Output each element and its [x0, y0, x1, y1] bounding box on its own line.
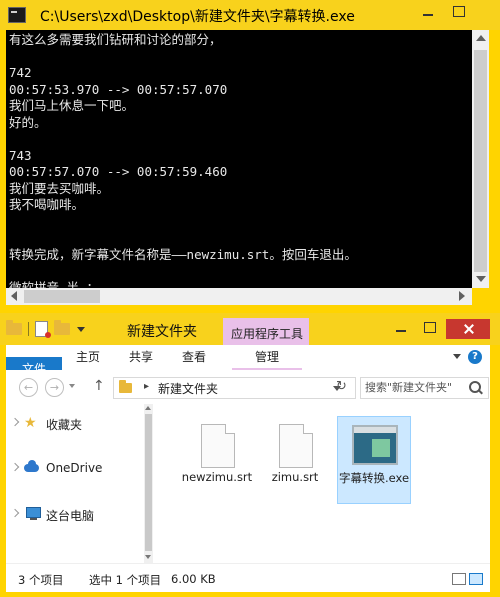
context-tab-application-tools: 应用程序工具: [223, 318, 309, 345]
item-count: 3 个项目: [18, 573, 64, 587]
console-output-text: 有这么多需要我们钻研和讨论的部分， 742 00:57:53.970 --> 0…: [9, 32, 357, 288]
search-icon[interactable]: [469, 381, 481, 393]
file-item[interactable]: zimu.srt: [259, 416, 331, 502]
sidebar-item-onedrive[interactable]: OneDrive: [6, 457, 150, 481]
folder-icon[interactable]: [6, 320, 22, 335]
help-icon[interactable]: ?: [468, 350, 482, 364]
scroll-left-arrow-icon[interactable]: [11, 291, 17, 301]
status-bar: 3 个项目 选中 1 个项目 6.00 KB: [6, 563, 490, 592]
details-view-icon[interactable]: [452, 573, 466, 585]
navigation-pane-scroll-thumb[interactable]: [145, 414, 152, 551]
console-vscroll-thumb[interactable]: [474, 50, 487, 272]
console-app-icon[interactable]: [8, 7, 26, 23]
sidebar-item-label: 这台电脑: [46, 509, 95, 523]
console-horizontal-scrollbar[interactable]: [6, 288, 472, 305]
scroll-up-arrow-icon[interactable]: [476, 35, 486, 41]
console-window: C:\Users\zxd\Desktop\新建文件夹\字幕转换.exe 有这么多…: [0, 0, 500, 313]
context-tab-label: 应用程序工具: [231, 327, 304, 341]
console-titlebar[interactable]: C:\Users\zxd\Desktop\新建文件夹\字幕转换.exe: [0, 0, 500, 30]
explorer-titlebar[interactable]: 新建文件夹 应用程序工具: [0, 313, 500, 345]
scroll-right-arrow-icon[interactable]: [459, 291, 465, 301]
tab-home[interactable]: 主页: [66, 345, 110, 370]
address-folder-icon: [119, 380, 132, 393]
address-bar[interactable]: ▸ 新建文件夹: [113, 377, 356, 399]
sidebar-item-label: OneDrive: [46, 461, 103, 475]
console-maximize-button[interactable]: [446, 3, 472, 21]
expand-chevron-icon[interactable]: [10, 462, 20, 472]
search-input[interactable]: [361, 378, 465, 396]
back-button[interactable]: ←: [19, 378, 38, 397]
console-minimize-button[interactable]: [415, 3, 441, 21]
sidebar-item-favorites[interactable]: ★ 收藏夹: [6, 412, 150, 436]
file-item-selected[interactable]: 字幕转换.exe: [337, 416, 411, 504]
file-list: newzimu.srt zimu.srt 字幕转换.exe: [153, 404, 490, 563]
document-icon: [201, 424, 235, 468]
navigation-bar: ← → ↑ ▸ 新建文件夹 ↻: [6, 370, 490, 404]
scroll-down-arrow-icon[interactable]: [145, 555, 151, 559]
new-folder-icon[interactable]: [54, 320, 70, 335]
recent-locations-chevron-icon[interactable]: [69, 384, 75, 388]
breadcrumb-current-folder[interactable]: 新建文件夹: [158, 380, 218, 397]
tab-manage[interactable]: 管理: [232, 345, 302, 370]
file-name: zimu.srt: [271, 470, 319, 484]
file-name: newzimu.srt: [181, 470, 253, 484]
scroll-up-arrow-icon[interactable]: [145, 406, 151, 410]
expand-chevron-icon[interactable]: [10, 508, 20, 518]
file-name: 字幕转换.exe: [338, 471, 410, 485]
explorer-close-button[interactable]: [446, 319, 490, 339]
explorer-maximize-button[interactable]: [417, 319, 443, 337]
selected-size: 6.00 KB: [171, 572, 216, 586]
file-item[interactable]: newzimu.srt: [181, 416, 253, 502]
explorer-minimize-button[interactable]: [388, 319, 414, 337]
explorer-window: 新建文件夹 应用程序工具 文件 主页 共享 查看 管理 ? ← → ↑ ▸ 新建…: [0, 313, 500, 597]
sidebar-item-label: 收藏夹: [46, 418, 83, 432]
sidebar-item-this-pc[interactable]: 这台电脑: [6, 503, 150, 527]
cloud-icon: [24, 460, 39, 472]
ribbon-tabs: 文件 主页 共享 查看 管理 ?: [6, 345, 490, 443]
computer-icon: [26, 507, 41, 520]
scroll-down-arrow-icon[interactable]: [476, 276, 486, 282]
star-icon: ★: [24, 415, 37, 431]
navigation-pane: ★ 收藏夹 OneDrive 这台电脑: [6, 404, 150, 563]
toolbar-divider: [28, 322, 29, 336]
forward-button[interactable]: →: [45, 378, 64, 397]
navigation-pane-scrollbar[interactable]: [144, 404, 153, 563]
selected-count: 选中 1 个项目: [89, 573, 162, 587]
customize-toolbar-chevron-icon[interactable]: [77, 326, 85, 332]
expand-chevron-icon[interactable]: [10, 417, 20, 427]
application-icon: [352, 425, 398, 465]
large-icons-view-icon[interactable]: [469, 573, 483, 585]
refresh-icon[interactable]: ↻: [336, 379, 347, 394]
expand-ribbon-chevron-icon[interactable]: [453, 354, 461, 359]
quick-access-toolbar: [6, 320, 85, 338]
console-title: C:\Users\zxd\Desktop\新建文件夹\字幕转换.exe: [40, 9, 355, 25]
breadcrumb-chevron-icon[interactable]: ▸: [144, 381, 149, 392]
document-icon: [279, 424, 313, 468]
console-output-area[interactable]: 有这么多需要我们钻研和讨论的部分， 742 00:57:53.970 --> 0…: [6, 30, 472, 288]
up-button[interactable]: ↑: [93, 378, 105, 394]
search-box[interactable]: [360, 377, 489, 399]
explorer-title: 新建文件夹: [127, 324, 197, 340]
console-vertical-scrollbar[interactable]: [472, 30, 489, 288]
console-hscroll-thumb[interactable]: [24, 290, 100, 303]
tab-view[interactable]: 查看: [172, 345, 216, 370]
tab-share[interactable]: 共享: [119, 345, 163, 370]
properties-icon[interactable]: [35, 321, 51, 338]
